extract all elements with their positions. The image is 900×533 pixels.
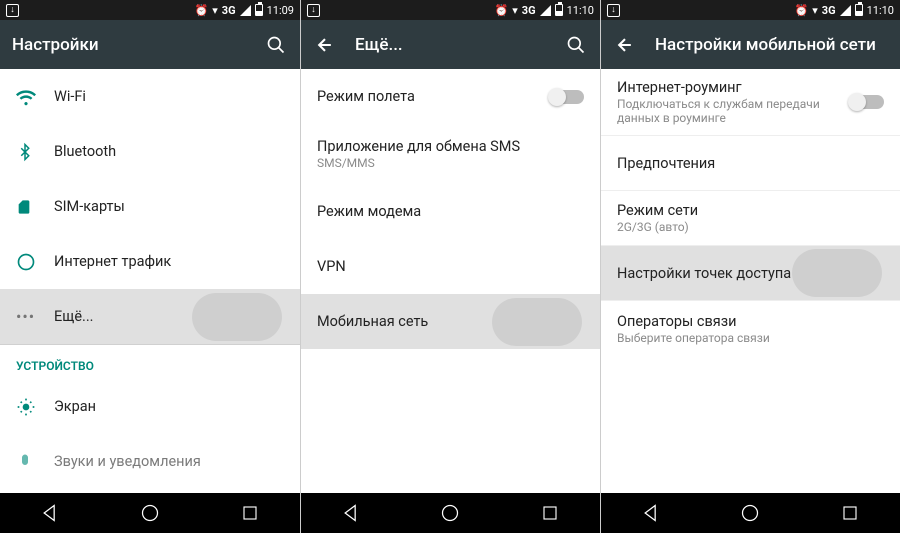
more-list: Режим полета Приложение для обмена SMS S… bbox=[301, 69, 600, 493]
roaming-item[interactable]: Интернет-роуминг Подключаться к службам … bbox=[601, 69, 900, 136]
item-label: Интернет трафик bbox=[54, 253, 284, 270]
section-device: УСТРОЙСТВО bbox=[0, 345, 300, 379]
clock: 11:10 bbox=[867, 4, 894, 17]
page-title: Ещё... bbox=[355, 35, 546, 55]
network-type: 3G bbox=[222, 4, 236, 17]
status-bar: ↓ ⏰ ▾ 3G 11:10 bbox=[601, 0, 900, 20]
item-sublabel: 2G/3G (авто) bbox=[617, 220, 884, 234]
back-nav[interactable] bbox=[39, 502, 61, 524]
settings-list: Wi-Fi Bluetooth SIM-карты Интернет трафи… bbox=[0, 69, 300, 493]
app-bar: Ещё... bbox=[301, 20, 600, 69]
sms-app-item[interactable]: Приложение для обмена SMS SMS/MMS bbox=[301, 124, 600, 184]
battery-icon bbox=[255, 4, 263, 16]
back-button[interactable] bbox=[613, 33, 637, 57]
home-nav[interactable] bbox=[739, 502, 761, 524]
notification-icon: ↓ bbox=[6, 4, 19, 17]
home-nav[interactable] bbox=[139, 502, 161, 524]
network-type: 3G bbox=[522, 4, 536, 17]
display-icon bbox=[16, 397, 36, 417]
wifi-item[interactable]: Wi-Fi bbox=[0, 69, 300, 124]
clock: 11:09 bbox=[267, 4, 294, 17]
operators-item[interactable]: Операторы связи Выберите оператора связи bbox=[601, 301, 900, 356]
back-nav[interactable] bbox=[340, 502, 362, 524]
item-label: Режим полета bbox=[317, 88, 550, 105]
item-label: Ещё... bbox=[54, 308, 284, 325]
home-nav[interactable] bbox=[439, 502, 461, 524]
item-label: Настройки точек доступа bbox=[617, 265, 884, 282]
preferences-item[interactable]: Предпочтения bbox=[601, 136, 900, 191]
status-bar: ↓ ⏰ ▾ 3G 11:09 bbox=[0, 0, 300, 20]
data-usage-item[interactable]: Интернет трафик bbox=[0, 234, 300, 289]
search-button[interactable] bbox=[564, 33, 588, 57]
item-sublabel: Подключаться к службам передачи данных в… bbox=[617, 97, 850, 125]
signal-icon bbox=[240, 5, 251, 16]
mobile-network-item[interactable]: Мобильная сеть bbox=[301, 294, 600, 349]
battery-icon bbox=[855, 4, 863, 16]
item-label: Режим модема bbox=[317, 203, 584, 220]
battery-icon bbox=[555, 4, 563, 16]
wifi-status-icon: ▾ bbox=[212, 4, 218, 17]
app-bar: Настройки bbox=[0, 20, 300, 69]
signal-icon bbox=[840, 5, 851, 16]
item-label: Звуки и уведомления bbox=[54, 453, 284, 470]
sim-icon bbox=[16, 197, 32, 217]
item-sublabel: Выберите оператора связи bbox=[617, 331, 884, 345]
network-type: 3G bbox=[822, 4, 836, 17]
search-button[interactable] bbox=[264, 33, 288, 57]
apn-item[interactable]: Настройки точек доступа bbox=[601, 246, 900, 301]
item-label: Интернет-роуминг bbox=[617, 79, 850, 96]
item-label: Режим сети bbox=[617, 202, 884, 219]
airplane-toggle[interactable] bbox=[550, 90, 584, 104]
notification-icon: ↓ bbox=[307, 4, 320, 17]
nav-bar bbox=[301, 493, 600, 533]
clock: 11:10 bbox=[567, 4, 594, 17]
back-button[interactable] bbox=[313, 33, 337, 57]
wifi-icon bbox=[16, 87, 36, 107]
item-sublabel: SMS/MMS bbox=[317, 156, 584, 170]
alarm-icon: ⏰ bbox=[195, 4, 209, 17]
sound-icon bbox=[16, 452, 34, 472]
alarm-icon: ⏰ bbox=[495, 4, 509, 17]
item-label: Wi-Fi bbox=[54, 88, 284, 105]
wifi-status-icon: ▾ bbox=[812, 4, 818, 17]
item-label: SIM-карты bbox=[54, 198, 284, 215]
page-title: Настройки мобильной сети bbox=[655, 35, 888, 55]
item-label: VPN bbox=[317, 258, 584, 275]
data-icon bbox=[16, 252, 36, 272]
app-bar: Настройки мобильной сети bbox=[601, 20, 900, 69]
bluetooth-icon bbox=[16, 142, 34, 162]
recent-nav[interactable] bbox=[539, 502, 561, 524]
sim-item[interactable]: SIM-карты bbox=[0, 179, 300, 234]
nav-bar bbox=[0, 493, 300, 533]
nav-bar bbox=[601, 493, 900, 533]
item-label: Bluetooth bbox=[54, 143, 284, 160]
wifi-status-icon: ▾ bbox=[512, 4, 518, 17]
roaming-toggle[interactable] bbox=[850, 95, 884, 109]
more-icon: ••• bbox=[16, 307, 35, 326]
item-label: Предпочтения bbox=[617, 155, 884, 172]
item-label: Экран bbox=[54, 398, 284, 415]
alarm-icon: ⏰ bbox=[795, 4, 809, 17]
back-nav[interactable] bbox=[640, 502, 662, 524]
recent-nav[interactable] bbox=[839, 502, 861, 524]
notification-icon: ↓ bbox=[607, 4, 620, 17]
more-item[interactable]: ••• Ещё... bbox=[0, 289, 300, 344]
sound-item[interactable]: Звуки и уведомления bbox=[0, 434, 300, 489]
tether-item[interactable]: Режим модема bbox=[301, 184, 600, 239]
item-label: Приложение для обмена SMS bbox=[317, 138, 584, 155]
vpn-item[interactable]: VPN bbox=[301, 239, 600, 294]
status-bar: ↓ ⏰ ▾ 3G 11:10 bbox=[301, 0, 600, 20]
bluetooth-item[interactable]: Bluetooth bbox=[0, 124, 300, 179]
page-title: Настройки bbox=[12, 35, 246, 55]
mobile-settings-list: Интернет-роуминг Подключаться к службам … bbox=[601, 69, 900, 493]
item-label: Операторы связи bbox=[617, 313, 884, 330]
network-mode-item[interactable]: Режим сети 2G/3G (авто) bbox=[601, 191, 900, 246]
airplane-item[interactable]: Режим полета bbox=[301, 69, 600, 124]
signal-icon bbox=[540, 5, 551, 16]
recent-nav[interactable] bbox=[239, 502, 261, 524]
item-label: Мобильная сеть bbox=[317, 313, 584, 330]
display-item[interactable]: Экран bbox=[0, 379, 300, 434]
